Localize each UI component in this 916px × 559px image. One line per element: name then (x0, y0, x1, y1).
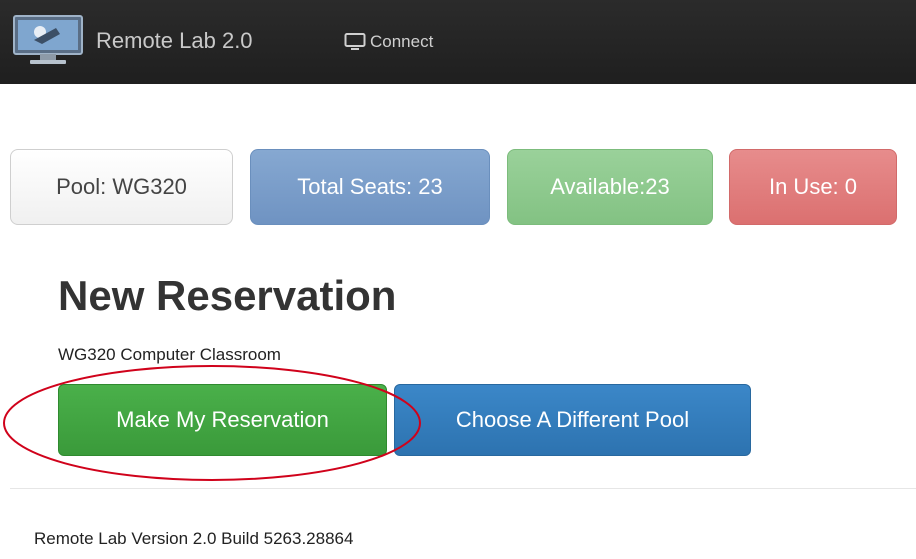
in-use-badge: In Use: 0 (729, 149, 897, 225)
connect-link[interactable]: Connect (344, 30, 433, 54)
monitor-icon (344, 33, 366, 50)
choose-different-pool-button[interactable]: Choose A Different Pool (394, 384, 751, 456)
version-footer: Remote Lab Version 2.0 Build 5263.28864 (34, 529, 354, 548)
pool-description: WG320 Computer Classroom (58, 345, 281, 364)
page-title: New Reservation (58, 272, 397, 319)
monitor-logo-icon[interactable] (12, 14, 84, 66)
connect-label: Connect (370, 32, 434, 51)
total-seats-badge: Total Seats: 23 (250, 149, 490, 225)
pool-badge: Pool: WG320 (10, 149, 233, 225)
top-navbar: Remote Lab 2.0 Connect (0, 0, 916, 84)
make-reservation-button[interactable]: Make My Reservation (58, 384, 387, 456)
brand-title[interactable]: Remote Lab 2.0 (96, 28, 253, 54)
available-badge: Available:23 (507, 149, 713, 225)
divider (10, 488, 916, 489)
